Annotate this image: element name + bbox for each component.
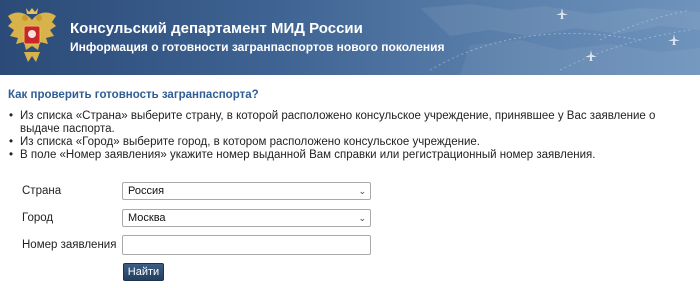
instruction-text: Из списка «Страна» выберите страну, в ко… [20, 110, 656, 135]
header-title: Консульский департамент МИД России [70, 20, 363, 37]
city-label: Город [22, 212, 54, 224]
bullet: • [9, 149, 14, 161]
airplane-icon [556, 8, 568, 19]
search-button[interactable]: Найти [123, 263, 164, 281]
instruction-text: Из списка «Город» выберите город, в кото… [20, 136, 481, 148]
country-label: Страна [22, 185, 62, 197]
country-selected-value: Россия [128, 185, 165, 197]
chevron-down-icon: ⌄ [358, 213, 366, 223]
city-selected-value: Москва [128, 212, 166, 224]
application-number-input[interactable] [122, 235, 371, 255]
bullet: • [9, 110, 14, 122]
list-item: • В поле «Номер заявления» укажите номер… [8, 149, 688, 162]
airplane-icon [585, 50, 597, 61]
city-select[interactable]: Москва ⌄ [122, 209, 371, 227]
list-item: • Из списка «Город» выберите город, в ко… [8, 136, 688, 149]
instruction-text: В поле «Номер заявления» укажите номер в… [20, 149, 596, 161]
instructions-list: • Из списка «Страна» выберите страну, в … [8, 110, 688, 162]
site-header: Консульский департамент МИД России Инфор… [0, 0, 700, 75]
list-item: • Из списка «Страна» выберите страну, в … [8, 110, 688, 136]
bullet: • [9, 136, 14, 148]
world-map-background [420, 4, 700, 75]
coat-of-arms-emblem [8, 8, 56, 62]
application-number-label: Номер заявления [22, 239, 117, 251]
airplane-icon [668, 34, 680, 45]
question-heading: Как проверить готовность загранпаспорта? [8, 89, 259, 101]
header-subtitle: Информация о готовности загранпаспортов … [70, 40, 445, 54]
chevron-down-icon: ⌄ [358, 186, 366, 196]
country-select[interactable]: Россия ⌄ [122, 182, 371, 200]
